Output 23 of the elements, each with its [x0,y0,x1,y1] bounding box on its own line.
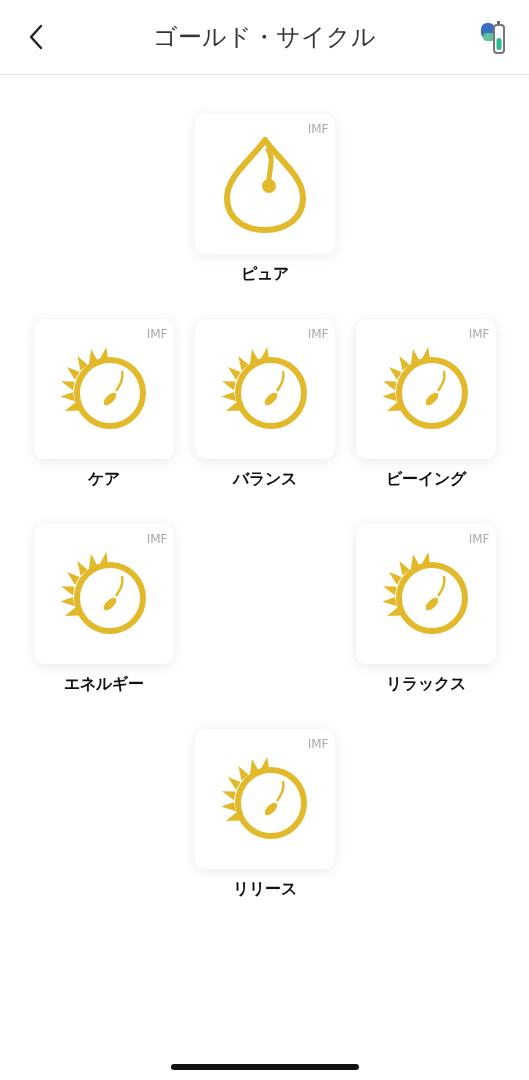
card-label: ビーイング [385,469,466,490]
program-card[interactable]: IMF [33,319,174,459]
brand-label: IMF [307,737,329,751]
brand-label: IMF [468,327,490,341]
program-card[interactable]: IMF [194,114,335,254]
card-label: バランス [232,469,297,490]
card-label: ピュア [240,264,289,285]
program-card[interactable]: IMF [355,524,496,664]
program-card[interactable]: IMF [33,524,174,664]
brand-label: IMF [468,532,490,546]
brand-label: IMF [146,532,168,546]
brand-label: IMF [307,327,329,341]
card-label: リリース [232,879,297,900]
card-label: ケア [87,469,120,490]
brand-label: IMF [307,122,329,136]
brand-label: IMF [146,327,168,341]
card-label: エネルギー [63,674,144,695]
page-title: ゴールド・サイクル [153,22,376,53]
program-card[interactable]: IMF [194,319,335,459]
card-label: リラックス [385,674,466,695]
program-card[interactable]: IMF [355,319,496,459]
program-card[interactable]: IMF [194,729,335,869]
drop-icon [222,134,307,234]
